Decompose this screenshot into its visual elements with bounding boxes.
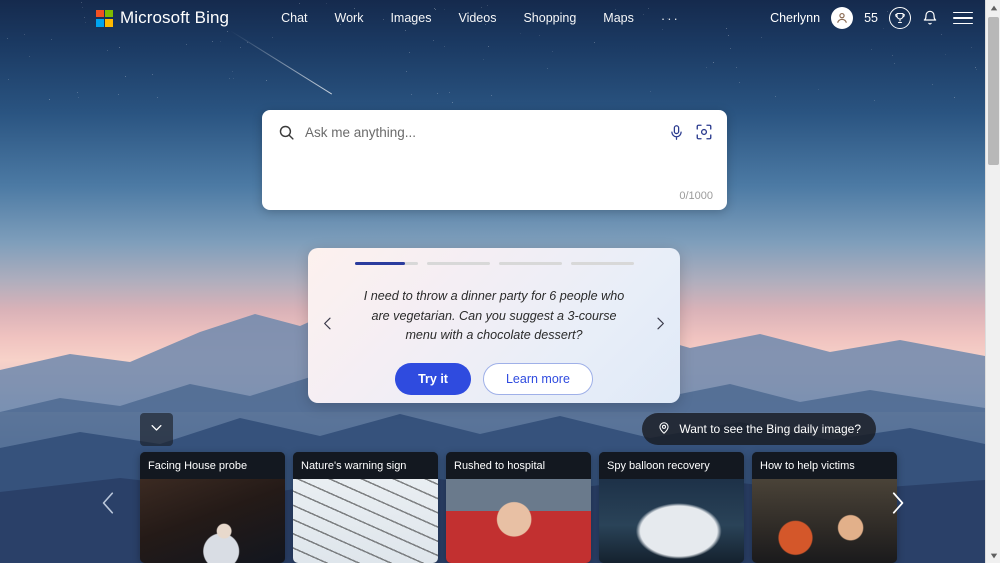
hamburger-menu-icon[interactable] bbox=[953, 11, 973, 25]
news-card-thumbnail bbox=[140, 479, 285, 563]
news-card-title: Rushed to hospital bbox=[446, 452, 591, 479]
nav-item-chat[interactable]: Chat bbox=[281, 11, 307, 25]
carousel-progress bbox=[354, 262, 634, 265]
search-icon bbox=[278, 124, 295, 141]
location-pin-icon bbox=[657, 421, 671, 438]
carousel-progress-segment-4[interactable] bbox=[570, 262, 634, 265]
trophy-icon[interactable] bbox=[889, 7, 911, 29]
news-card-thumbnail bbox=[293, 479, 438, 563]
main-nav: Chat Work Images Videos Shopping Maps ··… bbox=[281, 11, 680, 26]
carousel-progress-segment-1[interactable] bbox=[354, 262, 418, 265]
daily-image-label: Want to see the Bing daily image? bbox=[679, 422, 861, 436]
carousel-prev-button[interactable] bbox=[320, 315, 336, 336]
page-scrollbar[interactable] bbox=[985, 0, 1000, 563]
scroll-up-arrow-icon[interactable] bbox=[986, 0, 1000, 15]
scrollbar-thumb[interactable] bbox=[988, 17, 999, 165]
news-card-2[interactable]: Nature's warning sign bbox=[293, 452, 438, 563]
carousel-progress-fill bbox=[354, 262, 405, 265]
news-card-title: Nature's warning sign bbox=[293, 452, 438, 479]
search-box: 0/1000 bbox=[262, 110, 727, 210]
carousel-progress-segment-2[interactable] bbox=[426, 262, 490, 265]
news-card-4[interactable]: Spy balloon recovery bbox=[599, 452, 744, 563]
news-card-thumbnail bbox=[599, 479, 744, 563]
collapse-feed-button[interactable] bbox=[140, 413, 173, 446]
header-actions: Cherlynn 55 bbox=[770, 7, 973, 29]
user-name: Cherlynn bbox=[770, 11, 821, 25]
visual-search-icon[interactable] bbox=[695, 123, 713, 141]
news-prev-button[interactable] bbox=[96, 486, 122, 520]
carousel-progress-segment-3[interactable] bbox=[498, 262, 562, 265]
user-avatar-icon[interactable] bbox=[831, 7, 854, 29]
top-header: Microsoft Bing Chat Work Images Videos S… bbox=[0, 0, 985, 36]
microphone-icon[interactable] bbox=[668, 124, 685, 141]
character-counter: 0/1000 bbox=[679, 190, 713, 202]
bing-brand-logo[interactable]: Microsoft Bing bbox=[96, 8, 229, 28]
try-it-button[interactable]: Try it bbox=[395, 362, 471, 395]
daily-image-button[interactable]: Want to see the Bing daily image? bbox=[642, 413, 876, 445]
learn-more-button[interactable]: Learn more bbox=[482, 362, 593, 395]
nav-item-maps[interactable]: Maps bbox=[603, 11, 634, 25]
brand-name: Microsoft Bing bbox=[120, 8, 230, 27]
search-row bbox=[262, 110, 727, 154]
news-card-5[interactable]: How to help victims bbox=[752, 452, 897, 563]
news-next-button[interactable] bbox=[884, 486, 910, 520]
chevron-down-icon bbox=[149, 420, 164, 440]
news-card-1[interactable]: Facing House probe bbox=[140, 452, 285, 563]
news-card-title: Spy balloon recovery bbox=[599, 452, 744, 479]
rewards-points: 55 bbox=[864, 11, 878, 25]
bell-icon[interactable] bbox=[922, 10, 938, 26]
nav-item-images[interactable]: Images bbox=[390, 11, 431, 25]
news-card-title: How to help victims bbox=[752, 452, 897, 479]
suggestion-carousel-card: I need to throw a dinner party for 6 peo… bbox=[308, 248, 680, 403]
news-card-3[interactable]: Rushed to hospital bbox=[446, 452, 591, 563]
news-card-thumbnail bbox=[446, 479, 591, 563]
bing-homepage: Microsoft Bing Chat Work Images Videos S… bbox=[0, 0, 1000, 563]
nav-item-videos[interactable]: Videos bbox=[458, 11, 496, 25]
suggestion-prompt-text: I need to throw a dinner party for 6 peo… bbox=[363, 289, 625, 343]
nav-item-shopping[interactable]: Shopping bbox=[523, 11, 576, 25]
news-card-thumbnail bbox=[752, 479, 897, 563]
scroll-down-arrow-icon[interactable] bbox=[986, 548, 1000, 563]
news-card-title: Facing House probe bbox=[140, 452, 285, 479]
carousel-next-button[interactable] bbox=[652, 315, 668, 336]
news-carousel: Facing House probe Nature's warning sign… bbox=[140, 452, 897, 563]
search-input[interactable] bbox=[305, 124, 658, 140]
nav-more-button[interactable]: ··· bbox=[661, 11, 680, 26]
suggestion-actions: Try it Learn more bbox=[395, 362, 593, 395]
nav-item-work[interactable]: Work bbox=[335, 11, 364, 25]
microsoft-logo-icon bbox=[96, 9, 113, 27]
